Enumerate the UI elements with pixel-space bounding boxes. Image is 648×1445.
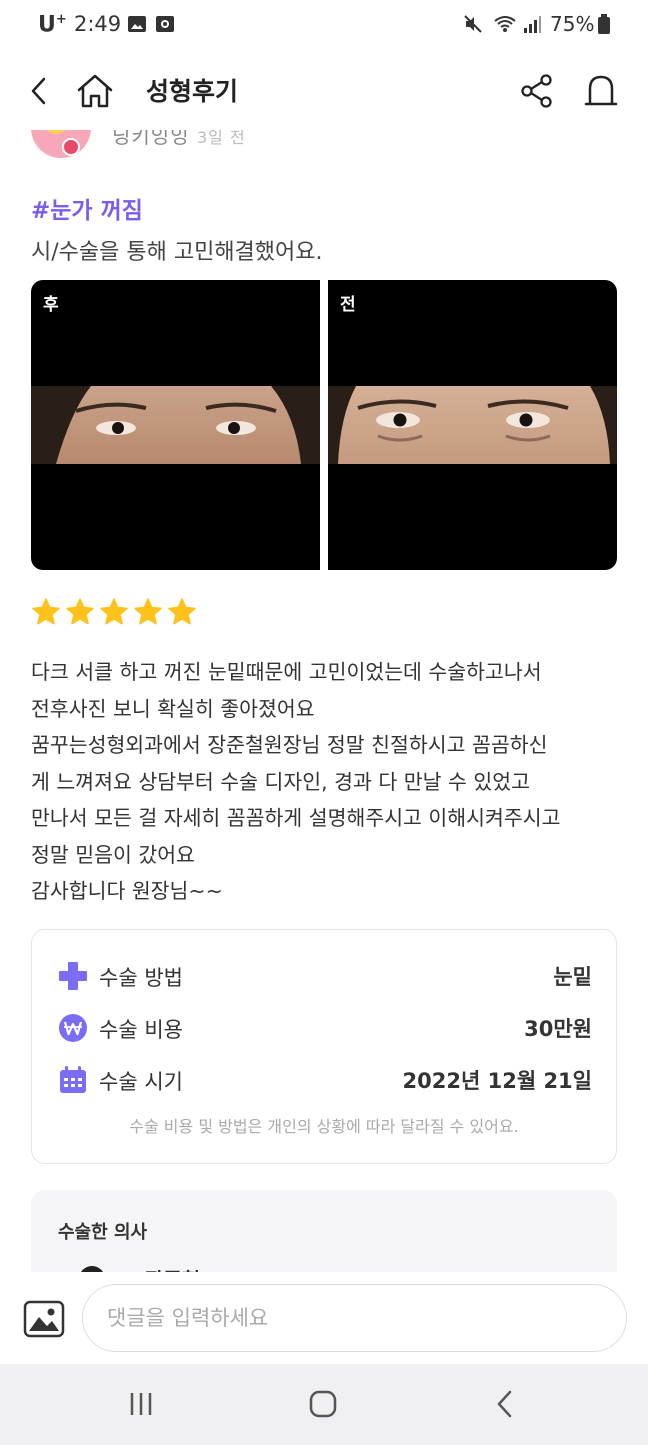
review-line: 게 느껴져요 상담부터 수술 디자인, 경과 다 만날 수 있었고 [31,769,530,794]
before-photo[interactable]: 전 [328,280,617,570]
after-face-image [31,386,320,464]
review-line: 다크 서클 하고 꺼진 눈밑때문에 고민이었는데 수술하고나서 [31,660,542,684]
cost-value: 30만원 [524,1017,592,1041]
method-label: 수술 방법 [99,966,183,990]
surgery-info-card: 수술 방법 눈밑 수술 비용 30만원 수술 시기 2022년 12월 21일 … [31,929,617,1164]
star-icon [32,598,60,625]
doctor-section-title: 수술한 의사 [58,1222,148,1243]
recent-apps-button[interactable] [121,1384,161,1424]
mute-icon [464,15,482,33]
surgery-method-row: 수술 방법 눈밑 [58,959,592,993]
concern-tag[interactable]: #눈가 꺼짐 [31,191,143,225]
info-disclaimer: 수술 비용 및 방법은 개인의 상황에 따라 달라질 수 있어요. [129,1117,519,1136]
avatar-face [43,130,69,134]
home-icon [77,74,113,108]
share-button[interactable] [516,70,558,112]
gallery-icon [128,16,146,32]
author-name[interactable]: 닝키잉잉 3일 전 [112,130,246,149]
back-nav-icon [497,1390,512,1418]
recent-apps-icon [130,1393,152,1415]
status-bar: U+ 2:49 75% [0,0,648,52]
star-icon [66,598,94,625]
image-attach-icon[interactable] [23,1298,65,1340]
review-line: 감사합니다 원장님~~ [31,879,223,903]
carrier-label: U+ [38,12,67,38]
surgery-date-row: 수술 시기 2022년 12월 21일 [58,1063,592,1097]
date-value: 2022년 12월 21일 [402,1069,592,1093]
star-icon [168,598,196,625]
surgery-cost-row: 수술 비용 30만원 [58,1011,592,1045]
before-label: 전 [340,295,356,315]
avatar[interactable] [31,130,91,158]
battery-icon [598,14,610,34]
home-nav-icon [309,1390,337,1418]
signal-icon [524,16,541,33]
review-line: 꿈꾸는성형외과에서 장준철원장님 정말 친절하시고 꼼곰하신 [31,733,548,757]
review-line: 만나서 모든 걸 자세히 꼼꼼하게 설명해주시고 이해시켜주시고 [31,806,561,830]
wifi-icon [494,16,516,32]
date-label: 수술 시기 [99,1070,183,1094]
share-icon [521,74,552,108]
after-label: 후 [43,295,59,315]
after-photo[interactable]: 후 [31,280,320,570]
home-nav-button[interactable] [303,1384,343,1424]
system-nav-bar [0,1364,648,1445]
plus-cross-icon [59,962,87,990]
author-info: 닝키잉잉 3일 전 [0,130,648,170]
method-value: 눈밑 [553,965,592,989]
review-body: 다크 서클 하고 꺼진 눈밑때문에 고민이었는데 수술하고나서전후사진 보니 확… [31,654,621,910]
alarm-icon [584,75,618,106]
status-time: 2:49 [74,12,122,36]
crown-badge-icon [62,138,80,156]
concern-subtitle: 시/수술을 통해 고민해결했어요. [31,240,323,265]
review-line: 정말 믿음이 갔어요 [31,842,195,867]
page-title: 성형후기 [146,77,239,106]
review-line: 전후사진 보니 확실히 좋아졌어요 [31,696,315,721]
comment-input[interactable] [82,1284,627,1352]
star-icon [134,598,162,625]
home-button[interactable] [74,70,116,112]
battery-percent: 75% [550,12,595,36]
star-icon [100,598,128,625]
back-arrow-icon [31,77,46,105]
alarm-button[interactable] [580,70,622,112]
back-button[interactable] [18,70,60,112]
rating-stars [31,597,197,627]
cost-label: 수술 비용 [99,1018,183,1042]
back-nav-button[interactable] [485,1384,525,1424]
before-face-image [328,386,617,464]
app-header: 성형후기 [0,52,648,130]
comment-bar [0,1272,648,1364]
calendar-icon [60,1066,86,1093]
won-coin-icon [59,1014,87,1042]
recorder-icon [156,16,174,32]
